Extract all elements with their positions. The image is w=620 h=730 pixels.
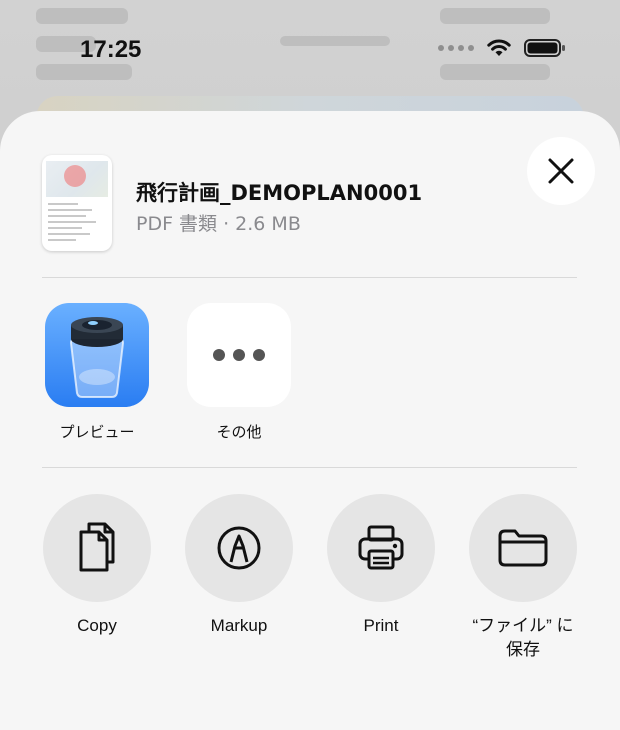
thumbnail-line xyxy=(48,221,96,223)
close-button[interactable] xyxy=(527,137,595,205)
action-label: Copy xyxy=(77,616,117,635)
thumbnail-line xyxy=(48,227,82,229)
action-label: “ファイル” に保存 xyxy=(472,616,574,659)
wifi-icon xyxy=(487,39,511,56)
pdf-thumbnail xyxy=(42,155,112,251)
action-circle xyxy=(327,494,435,602)
thumbnail-line xyxy=(48,215,86,217)
close-icon xyxy=(548,158,574,184)
action-label: Print xyxy=(363,616,399,635)
folder-icon xyxy=(498,529,548,567)
document-header: 飛行計画_DEMOPLAN0001 PDF 書類 · 2.6 MB xyxy=(0,111,620,277)
preview-app-icon xyxy=(45,303,149,407)
share-sheet: 飛行計画_DEMOPLAN0001 PDF 書類 · 2.6 MB プレビュー xyxy=(0,111,620,730)
thumbnail-line xyxy=(48,239,76,241)
copy-icon xyxy=(79,522,115,572)
signal-dots-icon xyxy=(438,45,474,51)
markup-icon xyxy=(217,526,261,570)
action-circle xyxy=(185,494,293,602)
app-label: プレビュー xyxy=(59,423,135,441)
print-button[interactable]: Print xyxy=(311,494,451,638)
document-title: 飛行計画_DEMOPLAN0001 xyxy=(136,181,423,205)
more-icon xyxy=(187,303,291,407)
save-to-files-button[interactable]: “ファイル” に保存 xyxy=(453,494,593,662)
copy-button[interactable]: Copy xyxy=(27,494,167,638)
battery-icon xyxy=(524,39,565,57)
app-label: その他 xyxy=(216,423,262,441)
document-meta: PDF 書類 · 2.6 MB xyxy=(136,213,301,235)
status-bar: 17:25 xyxy=(0,0,620,100)
thumbnail-circle xyxy=(64,165,86,187)
markup-button[interactable]: Markup xyxy=(169,494,309,638)
status-icons xyxy=(438,38,566,58)
app-preview[interactable]: プレビュー xyxy=(32,303,162,442)
divider xyxy=(42,277,577,278)
status-time: 17:25 xyxy=(80,36,142,63)
action-circle xyxy=(43,494,151,602)
action-label: Markup xyxy=(210,616,268,635)
thumbnail-line xyxy=(48,209,92,211)
thumbnail-line xyxy=(48,203,78,205)
divider xyxy=(42,467,577,468)
thumbnail-line xyxy=(48,233,90,235)
app-more[interactable]: その他 xyxy=(174,303,304,442)
print-icon xyxy=(358,525,404,570)
action-circle xyxy=(469,494,577,602)
